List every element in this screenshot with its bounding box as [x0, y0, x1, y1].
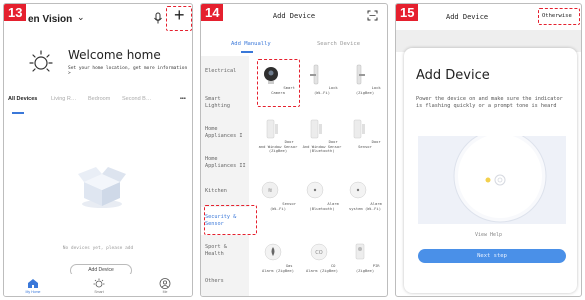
- device-label: Lock (Wi-Fi): [313, 85, 338, 95]
- welcome-title: Welcome home: [68, 48, 161, 62]
- category-smart-lighting[interactable]: Smart Lighting: [205, 96, 247, 109]
- device-lock-zigbee[interactable]: Lock (ZigBee): [345, 64, 385, 95]
- category-sidebar: Electrical Smart Lighting Home Appliance…: [201, 56, 249, 296]
- home-icon: [28, 279, 38, 288]
- svg-text:CO: CO: [315, 250, 322, 256]
- card-heading: Add Device: [416, 68, 490, 83]
- device-door-window-sensor-zigbee[interactable]: Door and Window Sensor (ZigBee): [258, 118, 298, 154]
- bottom-nav: My Home Smart Me: [4, 274, 192, 296]
- screen-home: 13 en Vision ⌄ + Welcome home Set your h…: [3, 3, 193, 297]
- more-tabs-button[interactable]: •••: [180, 96, 186, 102]
- next-step-button[interactable]: Next step: [418, 249, 566, 263]
- screen-add-device-list: 14 Add Device Add Manually Search Device…: [200, 3, 388, 297]
- device-label: Alarm (Bluetooth): [309, 201, 339, 211]
- tab-search-device[interactable]: Search Device: [317, 41, 360, 47]
- tab-all-devices[interactable]: All Devices: [8, 96, 37, 102]
- co-alarm-icon: CO: [310, 243, 327, 261]
- highlight-box-otherwise: [538, 8, 580, 25]
- page-title: Add Device: [446, 13, 489, 21]
- category-others[interactable]: Others: [205, 278, 247, 285]
- device-illustration: [418, 136, 566, 224]
- category-sport-health[interactable]: Sport & Health: [205, 244, 247, 257]
- empty-box-icon: [78, 167, 126, 208]
- active-tab-indicator: [12, 112, 24, 114]
- category-home-appliances-1[interactable]: Home Appliances I: [205, 126, 247, 139]
- category-electrical[interactable]: Electrical: [205, 68, 247, 75]
- device-label: Gas Alarm (ZigBee): [261, 263, 294, 273]
- tab-living-room[interactable]: Living R…: [51, 96, 76, 102]
- lock-icon: [357, 64, 366, 85]
- step-badge-13: 13: [4, 4, 27, 21]
- tab-second-bedroom[interactable]: Second B…: [122, 96, 151, 102]
- highlight-box-category: [204, 205, 257, 235]
- alarm-icon: [349, 181, 367, 199]
- door-sensor-icon: [354, 119, 366, 139]
- sensor-icon: ≋: [261, 181, 279, 199]
- nav-home[interactable]: My Home: [18, 278, 48, 294]
- device-alarm-system-wifi[interactable]: Alarm system (Wi-Fi): [345, 180, 385, 211]
- page-title: Add Device: [272, 12, 316, 20]
- device-alarm-bluetooth[interactable]: Alarm (Bluetooth): [302, 180, 342, 211]
- smart-icon: [93, 278, 105, 288]
- step-badge-14: 14: [201, 4, 224, 21]
- device-sensor-wifi[interactable]: ≋ Sensor (Wi-Fi): [258, 180, 298, 211]
- room-tabs: All Devices Living R… Bedroom Second B… …: [4, 96, 192, 110]
- nav-me-label: Me: [162, 290, 168, 294]
- lock-icon: [310, 64, 319, 85]
- door-sensor-icon: [267, 119, 279, 139]
- pir-icon: [356, 243, 365, 260]
- highlight-box-smart-camera: [257, 59, 300, 107]
- highlight-box-plus: [166, 6, 192, 31]
- home-header: en Vision ⌄ +: [4, 4, 192, 34]
- device-lock-wifi[interactable]: Lock (Wi-Fi): [302, 64, 342, 95]
- empty-state-text: No devices yet, please add: [62, 246, 134, 251]
- device-label: CO Alarm (ZigBee): [305, 263, 338, 273]
- nav-me[interactable]: Me: [150, 278, 180, 294]
- device-label: PIR (ZigBee): [355, 263, 380, 273]
- tab-add-manually[interactable]: Add Manually: [231, 41, 271, 47]
- scan-icon[interactable]: [367, 10, 378, 21]
- door-sensor-icon: [311, 119, 323, 139]
- sun-icon: [29, 50, 53, 72]
- category-kitchen[interactable]: Kitchen: [205, 188, 247, 195]
- svg-text:≋: ≋: [267, 187, 272, 194]
- category-home-appliances-2[interactable]: Home Appliances II: [205, 156, 247, 169]
- device-door-sensor[interactable]: Door Sensor: [345, 118, 385, 149]
- view-help-link[interactable]: View Help: [396, 232, 581, 238]
- nav-home-label: My Home: [25, 290, 41, 294]
- home-name[interactable]: en Vision: [28, 14, 72, 25]
- nav-smart-label: Smart: [94, 290, 104, 294]
- welcome-subtitle-link[interactable]: Set your home location, get more informa…: [68, 66, 192, 76]
- nav-smart[interactable]: Smart: [84, 278, 114, 294]
- device-label: Alarm system (Wi-Fi): [348, 201, 382, 211]
- device-co-alarm-zigbee[interactable]: CO CO Alarm (ZigBee): [302, 242, 342, 273]
- device-door-window-sensor-bluetooth[interactable]: Door And Window Sensor (Bluetooth): [302, 118, 342, 154]
- chevron-down-icon[interactable]: ⌄: [77, 12, 85, 23]
- device-label: Door And Window Sensor (Bluetooth): [302, 139, 342, 153]
- tab-bedroom[interactable]: Bedroom: [88, 96, 110, 102]
- step-badge-15: 15: [396, 4, 419, 21]
- mic-icon[interactable]: [151, 11, 165, 25]
- alarm-icon: [306, 181, 324, 199]
- card-description: Power the device on and make sure the in…: [416, 96, 563, 109]
- device-gas-alarm-zigbee[interactable]: Gas Alarm (ZigBee): [258, 242, 298, 273]
- gas-alarm-icon: [265, 243, 282, 261]
- me-icon: [159, 278, 171, 289]
- active-tab-indicator: [241, 51, 253, 53]
- device-label: Lock (ZigBee): [355, 85, 381, 95]
- device-label: Door and Window Sensor (ZigBee): [258, 139, 298, 153]
- device-label: Sensor (Wi-Fi): [269, 201, 296, 211]
- device-pir-zigbee[interactable]: PIR (ZigBee): [345, 242, 385, 273]
- screen-add-device-step: 15 Add Device Otherwise Add Device Power…: [395, 3, 582, 297]
- device-label: Door Sensor: [358, 139, 381, 149]
